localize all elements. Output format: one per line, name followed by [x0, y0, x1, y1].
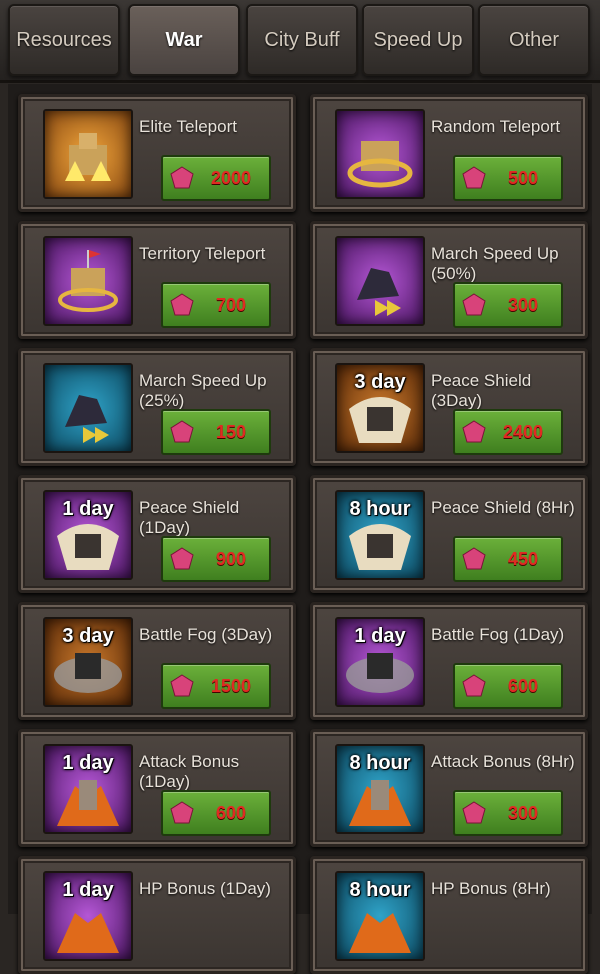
gem-icon [170, 420, 194, 443]
price: 300 [507, 803, 539, 823]
item-name: Peace Shield (1Day) [139, 498, 240, 537]
item-card-hp-bonus-1day[interactable]: 1 day HP Bonus (1Day) [18, 856, 296, 974]
gem-icon [462, 293, 486, 316]
timer-label: 1 day [62, 752, 114, 774]
item-name: HP Bonus (8Hr) [431, 879, 551, 898]
price: 2000 [210, 168, 252, 188]
item-name: Battle Fog (1Day) [431, 625, 565, 644]
tab-speed-up[interactable]: Speed Up [362, 4, 474, 76]
timer-label: 1 day [62, 879, 114, 901]
warrior-icon: 1 day [43, 871, 133, 961]
buy-button[interactable]: 300 [453, 790, 563, 836]
timer-label: 8 hour [349, 752, 411, 774]
item-card-peace-shield-3day[interactable]: 3 day Peace Shield (3Day) 2400 [310, 348, 588, 466]
fog-icon: 1 day [335, 617, 425, 707]
timer-label: 1 day [354, 625, 406, 647]
item-card-march-speed-up-25[interactable]: March Speed Up (25%) 150 [18, 348, 296, 466]
timer-label: 3 day [354, 371, 406, 393]
gem-icon [462, 547, 486, 570]
buy-button[interactable]: 700 [161, 282, 271, 328]
item-card-random-teleport[interactable]: Random Teleport 500 [310, 94, 588, 212]
price: 600 [507, 676, 539, 696]
buy-button[interactable]: 2000 [161, 155, 271, 201]
warrior-icon: 1 day [43, 744, 133, 834]
timer-label: 8 hour [349, 498, 411, 520]
item-card-territory-teleport[interactable]: Territory Teleport 700 [18, 221, 296, 339]
item-card-peace-shield-1day[interactable]: 1 day Peace Shield (1Day) 900 [18, 475, 296, 593]
castle-teleport-icon [43, 236, 133, 326]
price: 500 [507, 168, 539, 188]
item-list: Elite Teleport 2000 Random Teleport 500 … [8, 84, 592, 974]
item-card-peace-shield-8hr[interactable]: 8 hour Peace Shield (8Hr) 450 [310, 475, 588, 593]
tab-other[interactable]: Other [478, 4, 590, 76]
item-card-attack-bonus-1day[interactable]: 1 day Attack Bonus (1Day) 600 [18, 729, 296, 847]
price: 300 [507, 295, 539, 315]
item-name: Random Teleport [431, 117, 561, 136]
item-card-battle-fog-1day[interactable]: 1 day Battle Fog (1Day) 600 [310, 602, 588, 720]
knight-speed-icon [335, 236, 425, 326]
timer-label: 3 day [62, 625, 114, 647]
item-name: March Speed Up (50%) [431, 244, 559, 283]
gem-icon [170, 293, 194, 316]
castle-teleport-icon [43, 109, 133, 199]
item-name: Battle Fog (3Day) [139, 625, 273, 644]
price: 1500 [210, 676, 252, 696]
shield-icon: 3 day [335, 363, 425, 453]
fog-icon: 3 day [43, 617, 133, 707]
tab-bar: Resources War City Buff Speed Up Other [0, 0, 600, 83]
gem-icon [170, 674, 194, 697]
gem-icon [170, 801, 194, 824]
gem-icon [462, 801, 486, 824]
item-name: Attack Bonus (8Hr) [431, 752, 575, 771]
price: 2400 [502, 422, 544, 442]
item-name: March Speed Up (25%) [139, 371, 267, 410]
price: 450 [507, 549, 539, 569]
item-name: Elite Teleport [139, 117, 237, 136]
tab-city-buff[interactable]: City Buff [246, 4, 358, 76]
buy-button[interactable]: 2400 [453, 409, 563, 455]
tab-resources[interactable]: Resources [8, 4, 120, 76]
item-card-battle-fog-3day[interactable]: 3 day Battle Fog (3Day) 1500 [18, 602, 296, 720]
warrior-icon: 8 hour [335, 744, 425, 834]
castle-teleport-icon [335, 109, 425, 199]
item-card-march-speed-up-50[interactable]: March Speed Up (50%) 300 [310, 221, 588, 339]
item-name: Attack Bonus (1Day) [139, 752, 240, 791]
item-card-hp-bonus-8hr[interactable]: 8 hour HP Bonus (8Hr) [310, 856, 588, 974]
item-name: Territory Teleport [139, 244, 266, 263]
item-card-elite-teleport[interactable]: Elite Teleport 2000 [18, 94, 296, 212]
gem-icon [462, 420, 486, 443]
warrior-icon: 8 hour [335, 871, 425, 961]
buy-button[interactable]: 600 [161, 790, 271, 836]
price: 150 [215, 422, 247, 442]
shield-icon: 1 day [43, 490, 133, 580]
item-name: Peace Shield (3Day) [431, 371, 532, 410]
price: 700 [215, 295, 247, 315]
knight-speed-icon [43, 363, 133, 453]
item-name: Peace Shield (8Hr) [431, 498, 575, 517]
gem-icon [170, 166, 194, 189]
timer-label: 8 hour [349, 879, 411, 901]
buy-button[interactable]: 600 [453, 663, 563, 709]
gem-icon [170, 547, 194, 570]
buy-button[interactable]: 150 [161, 409, 271, 455]
item-name: HP Bonus (1Day) [139, 879, 271, 898]
buy-button[interactable]: 500 [453, 155, 563, 201]
buy-button[interactable]: 900 [161, 536, 271, 582]
buy-button[interactable]: 300 [453, 282, 563, 328]
buy-button[interactable]: 450 [453, 536, 563, 582]
shield-icon: 8 hour [335, 490, 425, 580]
item-card-attack-bonus-8hr[interactable]: 8 hour Attack Bonus (8Hr) 300 [310, 729, 588, 847]
gem-icon [462, 166, 486, 189]
timer-label: 1 day [62, 498, 114, 520]
gem-icon [462, 674, 486, 697]
price: 600 [215, 803, 247, 823]
tab-war[interactable]: War [128, 4, 240, 76]
buy-button[interactable]: 1500 [161, 663, 271, 709]
price: 900 [215, 549, 247, 569]
